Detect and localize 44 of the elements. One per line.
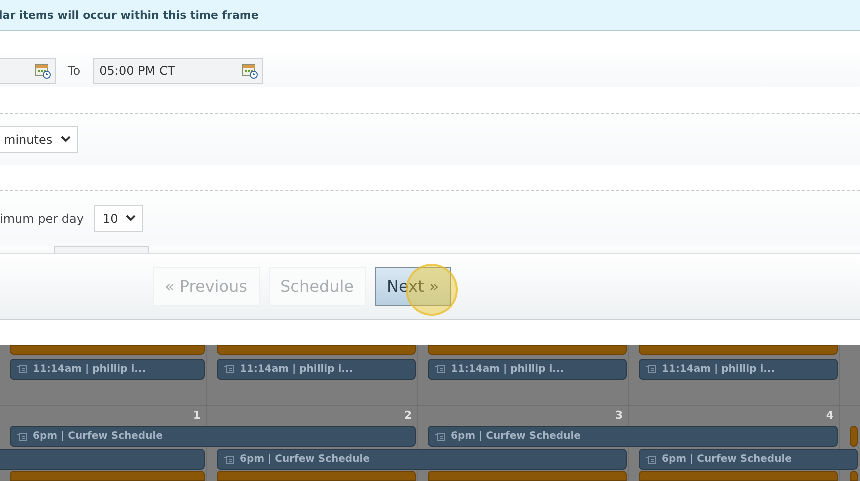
chevron-down-icon — [60, 136, 71, 143]
calendar-event[interactable]: 6pm | Curfew Schedule — [428, 426, 838, 447]
limit-label: imum per day — [0, 212, 84, 226]
calendar-clock-icon[interactable] — [242, 62, 258, 78]
calendar-event[interactable] — [850, 426, 858, 447]
calendar-event[interactable] — [0, 449, 205, 470]
calendar-icon — [646, 364, 657, 374]
calendar-event[interactable]: 6pm | Curfew Schedule — [217, 449, 627, 470]
time-field[interactable]: 05:00 PM CT — [92, 58, 263, 84]
calendar-event[interactable] — [10, 471, 205, 481]
banner-text: lar items will occur within this time frame — [0, 8, 259, 22]
calendar-event[interactable]: 11:14am | phillip i... — [639, 358, 838, 380]
interval-select[interactable]: minutes — [0, 126, 78, 153]
calendar-icon — [224, 364, 235, 374]
day-number: 1 — [193, 408, 201, 422]
calendar-event[interactable] — [639, 471, 838, 481]
calendar-icon — [17, 364, 28, 374]
calendar-event[interactable] — [639, 345, 838, 355]
calendar-icon — [435, 364, 446, 374]
input-field[interactable] — [54, 246, 149, 253]
calendar-event[interactable]: 11:14am | phillip i... — [217, 358, 416, 380]
calendar-event[interactable] — [217, 345, 416, 355]
limit-select[interactable]: 10 — [94, 205, 144, 232]
calendar-event[interactable]: 11:14am | phillip i... — [428, 358, 627, 380]
nav-button[interactable]: Next » — [375, 267, 452, 306]
calendar-event[interactable]: 6pm | Curfew Schedule — [639, 449, 858, 470]
calendar-clock-icon[interactable] — [35, 62, 51, 78]
calendar-icon — [646, 454, 657, 464]
calendar-event[interactable] — [428, 345, 627, 355]
calendar-icon — [17, 432, 28, 442]
calendar-event[interactable] — [217, 471, 416, 481]
calendar-event[interactable] — [428, 471, 627, 481]
day-number: 3 — [615, 408, 623, 422]
day-number: 2 — [404, 408, 412, 422]
chevron-down-icon — [126, 215, 136, 222]
day-number: 4 — [826, 408, 834, 422]
calendar-event[interactable]: 11:14am | phillip i... — [10, 358, 205, 380]
calendar-event[interactable]: 6pm | Curfew Schedule — [10, 426, 416, 447]
calendar-event[interactable] — [850, 471, 858, 481]
calendar-event[interactable] — [10, 345, 205, 355]
calendar-icon — [224, 454, 235, 464]
to-label: To — [68, 64, 81, 78]
time-field[interactable] — [0, 58, 56, 84]
calendar-icon — [435, 432, 446, 442]
